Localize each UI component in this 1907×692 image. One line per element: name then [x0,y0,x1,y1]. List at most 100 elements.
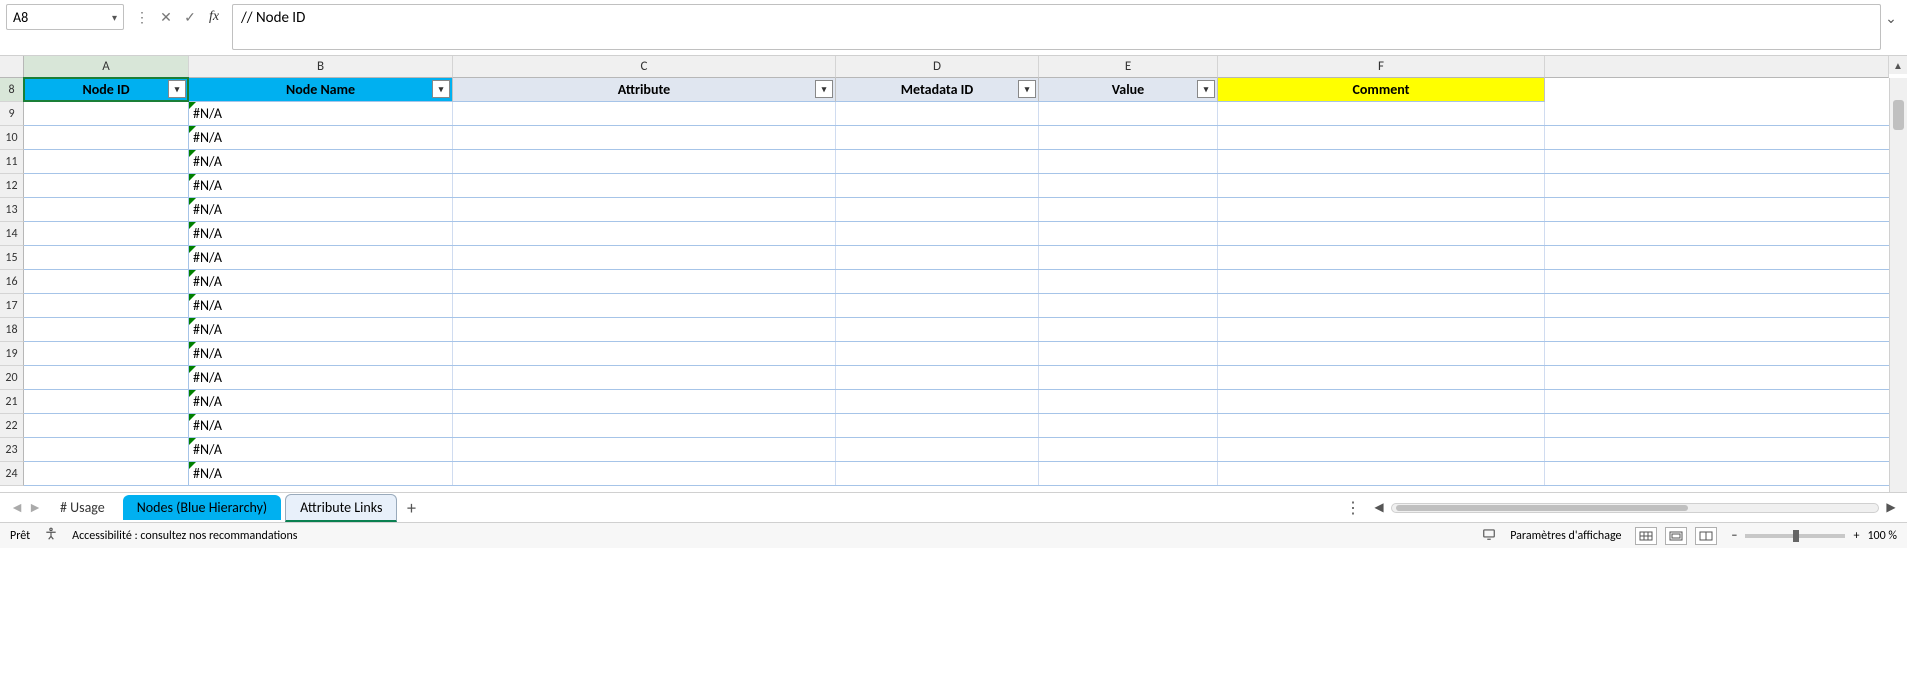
th-comment[interactable]: Comment [1218,78,1545,102]
cell[interactable] [24,438,189,461]
accessibility-icon[interactable] [44,527,58,545]
cell[interactable] [1039,438,1218,461]
cell[interactable] [1218,366,1545,389]
display-settings-icon[interactable] [1482,527,1496,545]
cell[interactable] [1218,462,1545,485]
cell[interactable] [1218,102,1545,125]
th-node-name[interactable]: Node Name ▾ [189,78,453,102]
view-page-break-button[interactable] [1695,527,1717,545]
row-header[interactable]: 22 [0,414,24,438]
zoom-percent[interactable]: 100 % [1867,529,1897,543]
cell[interactable] [836,222,1039,245]
tab-nav-next-icon[interactable]: ► [26,499,44,516]
cell[interactable] [1218,174,1545,197]
cell[interactable] [24,390,189,413]
cell[interactable] [1039,198,1218,221]
cell[interactable] [24,198,189,221]
row-header[interactable]: 13 [0,198,24,222]
name-box-dropdown-icon[interactable]: ▾ [112,11,117,24]
cell[interactable] [24,126,189,149]
vertical-scrollbar[interactable]: ▲ [1889,56,1907,492]
cell[interactable] [836,318,1039,341]
column-header-F[interactable]: F [1218,56,1545,78]
column-header-blank[interactable] [1545,56,1889,78]
cell[interactable] [453,150,836,173]
row-header[interactable]: 18 [0,318,24,342]
cell[interactable] [836,462,1039,485]
row-header[interactable]: 10 [0,126,24,150]
cell[interactable] [1218,438,1545,461]
row-header[interactable]: 14 [0,222,24,246]
cell[interactable]: #N/A [189,438,453,461]
cell[interactable] [453,174,836,197]
cell[interactable]: #N/A [189,222,453,245]
cell[interactable] [836,150,1039,173]
cell[interactable] [453,294,836,317]
row-header[interactable]: 15 [0,246,24,270]
row-header[interactable]: 19 [0,342,24,366]
cell[interactable] [836,126,1039,149]
cell[interactable]: #N/A [189,174,453,197]
vscroll-thumb[interactable] [1893,100,1904,130]
accept-icon[interactable]: ✓ [182,9,198,26]
filter-button[interactable]: ▾ [1018,80,1036,98]
cell[interactable] [24,246,189,269]
filter-button[interactable]: ▾ [1197,80,1215,98]
cancel-icon[interactable]: ✕ [158,9,174,26]
cell[interactable]: #N/A [189,246,453,269]
th-metadata-id[interactable]: Metadata ID ▾ [836,78,1039,102]
hscroll-left-icon[interactable]: ◀ [1371,500,1387,515]
cell[interactable]: #N/A [189,414,453,437]
cell[interactable] [836,342,1039,365]
cell[interactable] [24,318,189,341]
cell[interactable] [453,102,836,125]
cell[interactable] [453,270,836,293]
cell[interactable] [1039,318,1218,341]
cell[interactable] [453,222,836,245]
cell[interactable]: #N/A [189,150,453,173]
row-header[interactable]: 21 [0,390,24,414]
cell[interactable] [1039,150,1218,173]
filter-button[interactable]: ▾ [168,80,186,98]
row-header[interactable]: 17 [0,294,24,318]
cell[interactable] [1039,126,1218,149]
hscroll-right-icon[interactable]: ▶ [1883,500,1899,515]
tab-menu-icon[interactable]: ⋮ [1339,498,1367,518]
status-accessibility[interactable]: Accessibilité : consultez nos recommanda… [72,529,297,543]
cell[interactable] [1039,366,1218,389]
zoom-in-button[interactable]: + [1853,529,1859,543]
cell[interactable] [1218,294,1545,317]
cell[interactable] [836,366,1039,389]
sheet-tab-nodes[interactable]: Nodes (Blue Hierarchy) [123,495,281,520]
cell[interactable] [1039,390,1218,413]
cell[interactable] [836,414,1039,437]
cell[interactable] [1218,342,1545,365]
tab-nav-prev-icon[interactable]: ◄ [8,499,26,516]
filter-button[interactable]: ▾ [815,80,833,98]
row-header[interactable]: 24 [0,462,24,486]
cell[interactable] [1218,150,1545,173]
cell[interactable] [453,198,836,221]
expand-formula-bar-icon[interactable]: ⌄ [1881,4,1901,27]
column-header-C[interactable]: C [453,56,836,78]
zoom-slider[interactable] [1745,534,1845,538]
th-node-id[interactable]: Node ID ▾ [24,78,189,102]
row-header[interactable]: 16 [0,270,24,294]
cell[interactable] [836,270,1039,293]
cell[interactable] [1039,222,1218,245]
zoom-slider-thumb[interactable] [1793,530,1799,542]
cell[interactable]: #N/A [189,318,453,341]
cell[interactable]: #N/A [189,270,453,293]
th-attribute[interactable]: Attribute ▾ [453,78,836,102]
scroll-up-icon[interactable]: ▲ [1889,56,1907,74]
cell[interactable]: #N/A [189,390,453,413]
cell[interactable] [836,102,1039,125]
cell[interactable] [1039,294,1218,317]
cell[interactable] [1218,318,1545,341]
view-page-layout-button[interactable] [1665,527,1687,545]
hscroll-thumb[interactable] [1396,505,1688,511]
cell[interactable] [453,342,836,365]
cell[interactable] [1039,342,1218,365]
vscroll-track[interactable] [1889,78,1907,492]
cell[interactable] [24,222,189,245]
